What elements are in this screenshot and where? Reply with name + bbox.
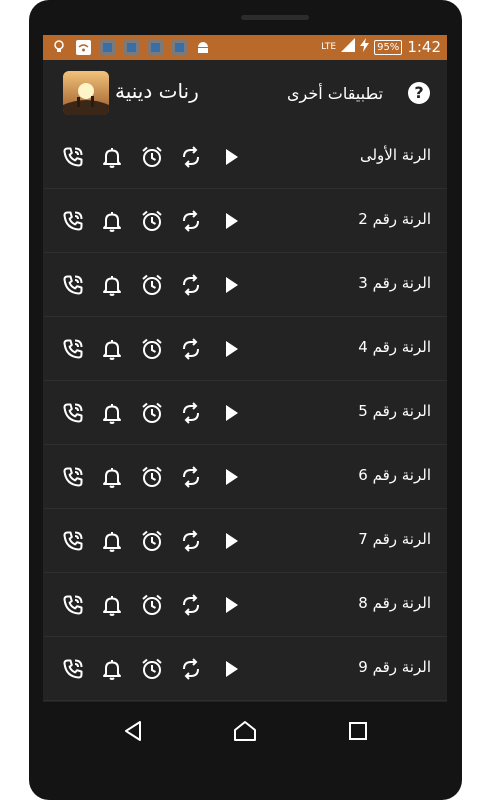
phone-ringtone-icon[interactable] — [61, 273, 85, 297]
other-apps-link[interactable]: تطبيقات أخرى — [287, 84, 383, 103]
repeat-icon[interactable] — [179, 401, 203, 425]
clock: 1:42 — [407, 38, 441, 56]
repeat-icon[interactable] — [179, 209, 203, 233]
bell-icon[interactable] — [100, 145, 124, 169]
battery-indicator: 95% — [374, 39, 403, 55]
phone-ringtone-icon[interactable] — [61, 401, 85, 425]
phone-ringtone-icon[interactable] — [61, 465, 85, 489]
ringtone-row[interactable]: الرنة رقم 2 — [43, 189, 447, 253]
ringtone-label: الرنة رقم 2 — [358, 210, 431, 228]
play-icon[interactable] — [219, 273, 243, 297]
ringtone-label: الرنة رقم 9 — [358, 658, 431, 676]
phone-ringtone-icon[interactable] — [61, 145, 85, 169]
bell-icon[interactable] — [100, 465, 124, 489]
repeat-icon[interactable] — [179, 145, 203, 169]
ringtone-label: الرنة رقم 4 — [358, 338, 431, 356]
ringtone-label: الرنة رقم 7 — [358, 530, 431, 548]
play-icon[interactable] — [219, 465, 243, 489]
bell-icon[interactable] — [100, 337, 124, 361]
phone-speaker — [241, 15, 309, 20]
alarm-clock-icon[interactable] — [140, 465, 164, 489]
play-icon[interactable] — [219, 657, 243, 681]
phone-ringtone-icon[interactable] — [61, 529, 85, 553]
play-icon[interactable] — [219, 401, 243, 425]
alarm-clock-icon[interactable] — [140, 209, 164, 233]
repeat-icon[interactable] — [179, 465, 203, 489]
help-button[interactable]: ? — [408, 82, 430, 104]
play-icon[interactable] — [219, 529, 243, 553]
play-icon[interactable] — [219, 209, 243, 233]
play-icon[interactable] — [219, 593, 243, 617]
play-icon[interactable] — [219, 337, 243, 361]
repeat-icon[interactable] — [179, 273, 203, 297]
back-icon[interactable] — [120, 718, 146, 744]
ringtone-label: الرنة رقم 8 — [358, 594, 431, 612]
ringtone-label: الرنة رقم 5 — [358, 402, 431, 420]
alarm-clock-icon[interactable] — [140, 145, 164, 169]
status-bar: LTE 95% 1:42 — [43, 35, 447, 60]
alarm-clock-icon[interactable] — [140, 273, 164, 297]
ringtone-row[interactable]: الرنة رقم 5 — [43, 381, 447, 445]
app-icon — [171, 39, 187, 55]
ringtone-row[interactable]: الرنة رقم 4 — [43, 317, 447, 381]
ringtone-row[interactable]: الرنة رقم 7 — [43, 509, 447, 573]
phone-ringtone-icon[interactable] — [61, 657, 85, 681]
alarm-clock-icon[interactable] — [140, 593, 164, 617]
bell-icon[interactable] — [100, 273, 124, 297]
play-icon[interactable] — [219, 145, 243, 169]
repeat-icon[interactable] — [179, 657, 203, 681]
ringtone-row[interactable]: الرنة الأولى — [43, 125, 447, 189]
app-logo — [63, 71, 109, 115]
screen: LTE 95% 1:42 ? تطبيقات أخرى رنات دينية ا… — [43, 35, 447, 702]
ringtone-row[interactable]: الرنة رقم 3 — [43, 253, 447, 317]
bell-icon[interactable] — [100, 209, 124, 233]
signal-icon — [341, 38, 356, 56]
app-icon — [147, 39, 163, 55]
phone-ringtone-icon[interactable] — [61, 209, 85, 233]
network-indicator: LTE — [321, 42, 337, 52]
alarm-clock-icon[interactable] — [140, 529, 164, 553]
recents-icon[interactable] — [345, 718, 371, 744]
alarm-clock-icon[interactable] — [140, 657, 164, 681]
alarm-clock-icon[interactable] — [140, 401, 164, 425]
charging-icon — [360, 38, 370, 56]
android-icon — [195, 39, 211, 55]
bell-icon[interactable] — [100, 529, 124, 553]
repeat-icon[interactable] — [179, 529, 203, 553]
wifi-app-icon — [75, 39, 91, 55]
bell-icon[interactable] — [100, 657, 124, 681]
app-icon — [99, 39, 115, 55]
ringtone-label: الرنة رقم 6 — [358, 466, 431, 484]
alarm-clock-icon[interactable] — [140, 337, 164, 361]
repeat-icon[interactable] — [179, 337, 203, 361]
ringtone-row[interactable]: الرنة رقم 6 — [43, 445, 447, 509]
app-icon — [123, 39, 139, 55]
app-bar: ? تطبيقات أخرى رنات دينية — [43, 60, 447, 124]
bell-icon[interactable] — [100, 401, 124, 425]
phone-ringtone-icon[interactable] — [61, 593, 85, 617]
bell-icon[interactable] — [100, 593, 124, 617]
ringtone-list: الرنة الأولى الرنة رقم 2 الرنة رقم 3 الرنة … — [43, 125, 447, 701]
ringtone-label: الرنة الأولى — [359, 146, 431, 164]
repeat-icon[interactable] — [179, 593, 203, 617]
bulb-icon — [51, 39, 67, 55]
ringtone-row[interactable]: الرنة رقم 9 — [43, 637, 447, 701]
navigation-bar — [43, 702, 447, 760]
ringtone-row[interactable]: الرنة رقم 8 — [43, 573, 447, 637]
app-title: رنات دينية — [115, 79, 199, 103]
ringtone-label: الرنة رقم 3 — [358, 274, 431, 292]
phone-ringtone-icon[interactable] — [61, 337, 85, 361]
home-icon[interactable] — [232, 718, 258, 744]
